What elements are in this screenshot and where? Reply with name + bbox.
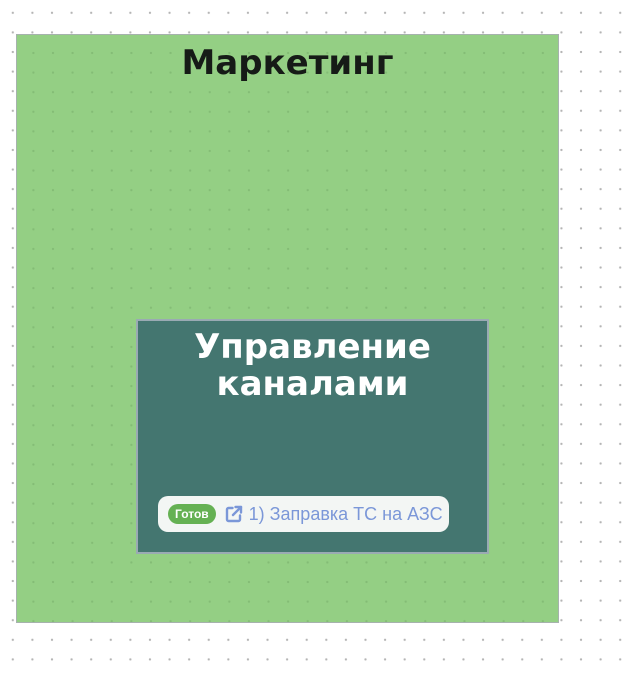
group-channel-management[interactable]: Управление каналами Готов 1) Заправка ТС… — [136, 319, 489, 554]
group-channel-management-title-line1: Управление — [194, 327, 431, 367]
task-card[interactable]: Готов 1) Заправка ТС на АЗС — [158, 496, 449, 532]
group-marketing[interactable]: Маркетинг Управление каналами Готов 1) З… — [16, 34, 559, 623]
group-channel-management-title: Управление каналами — [138, 329, 487, 403]
status-badge: Готов — [168, 504, 216, 524]
group-channel-management-title-line2: каналами — [216, 364, 409, 404]
external-link-icon-svg — [225, 505, 242, 523]
diagram-canvas[interactable]: Маркетинг Управление каналами Готов 1) З… — [0, 0, 638, 675]
external-link-icon[interactable] — [224, 504, 244, 524]
group-marketing-title: Маркетинг — [181, 43, 394, 83]
task-link[interactable]: 1) Заправка ТС на АЗС — [249, 503, 443, 525]
